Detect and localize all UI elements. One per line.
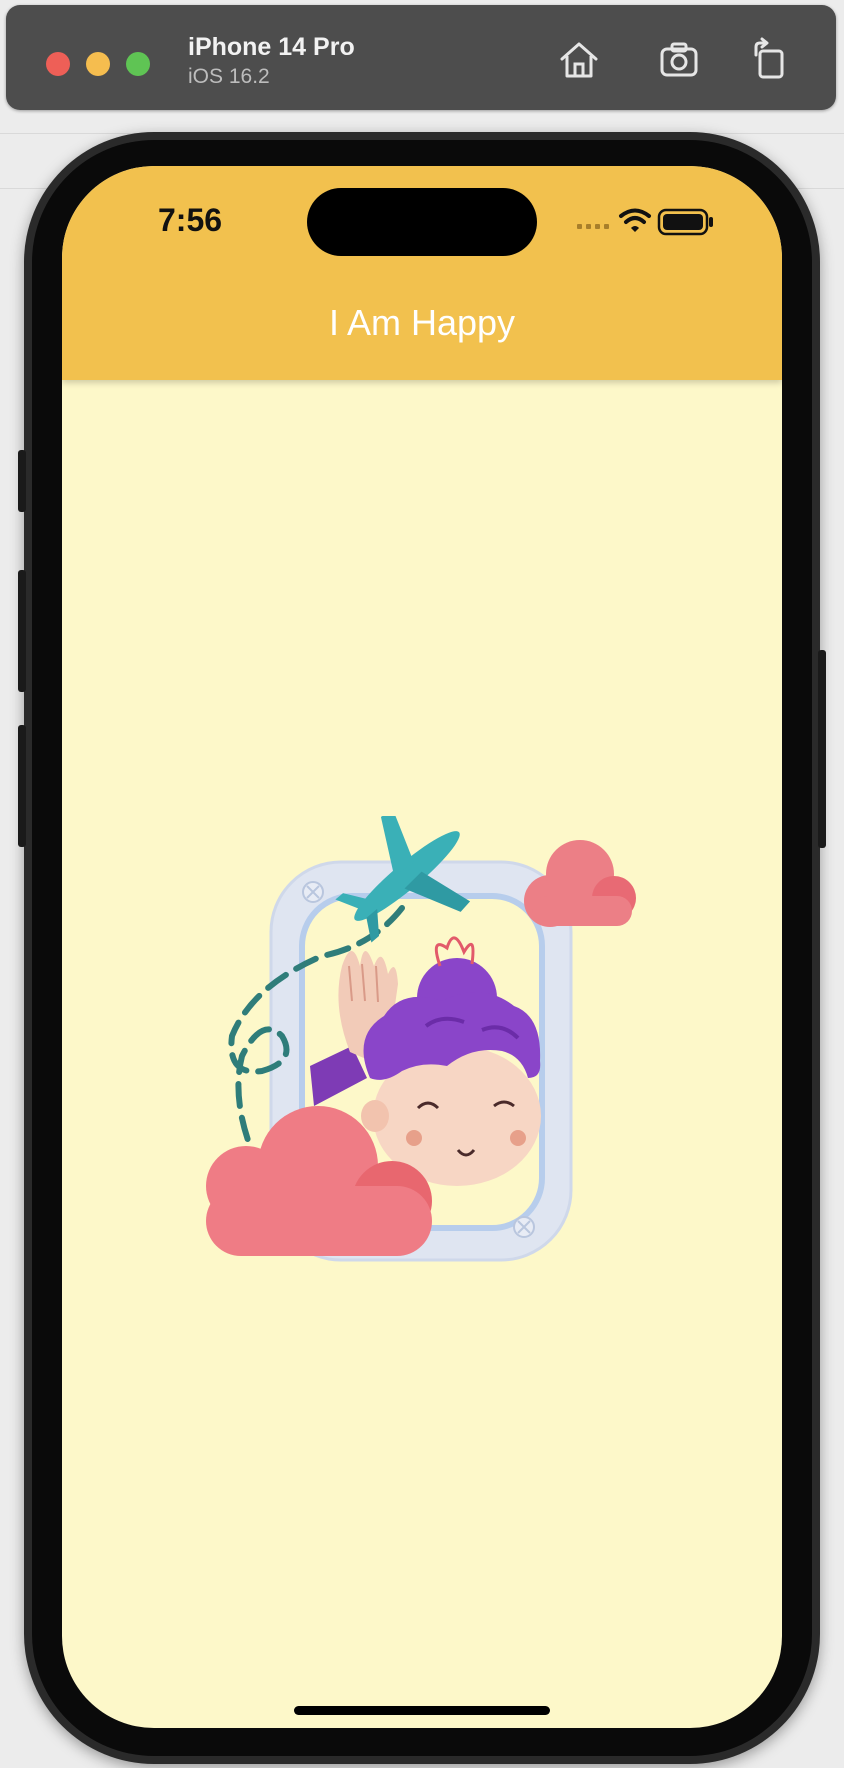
status-time: 7:56: [158, 202, 223, 238]
wifi-icon: [619, 208, 651, 232]
simulator-toolbar: iPhone 14 Pro iOS 16.2: [6, 5, 836, 110]
cellular-signal-icon: [577, 224, 609, 229]
action-button: [18, 450, 26, 512]
volume-up-button: [18, 570, 26, 692]
app-bar: 7:56 I Am Happy: [62, 166, 782, 380]
volume-down-button: [18, 725, 26, 847]
home-indicator[interactable]: [294, 1706, 550, 1715]
home-icon[interactable]: [556, 37, 602, 83]
status-icons: [577, 208, 713, 236]
phone-screen: 7:56 I Am Happy: [62, 166, 782, 1728]
power-button: [818, 650, 826, 848]
battery-icon: [657, 208, 713, 236]
os-version: iOS 16.2: [188, 65, 270, 88]
close-window-button[interactable]: [46, 52, 70, 76]
zoom-window-button[interactable]: [126, 52, 150, 76]
dynamic-island: [307, 188, 537, 256]
minimize-window-button[interactable]: [86, 52, 110, 76]
app-title: I Am Happy: [328, 302, 516, 343]
screenshot-icon[interactable]: [656, 37, 702, 83]
happy-girl-illustration: [206, 816, 636, 1262]
device-name: iPhone 14 Pro: [188, 33, 355, 61]
cloud-top-right: [524, 840, 636, 927]
rotate-icon[interactable]: [746, 37, 792, 83]
